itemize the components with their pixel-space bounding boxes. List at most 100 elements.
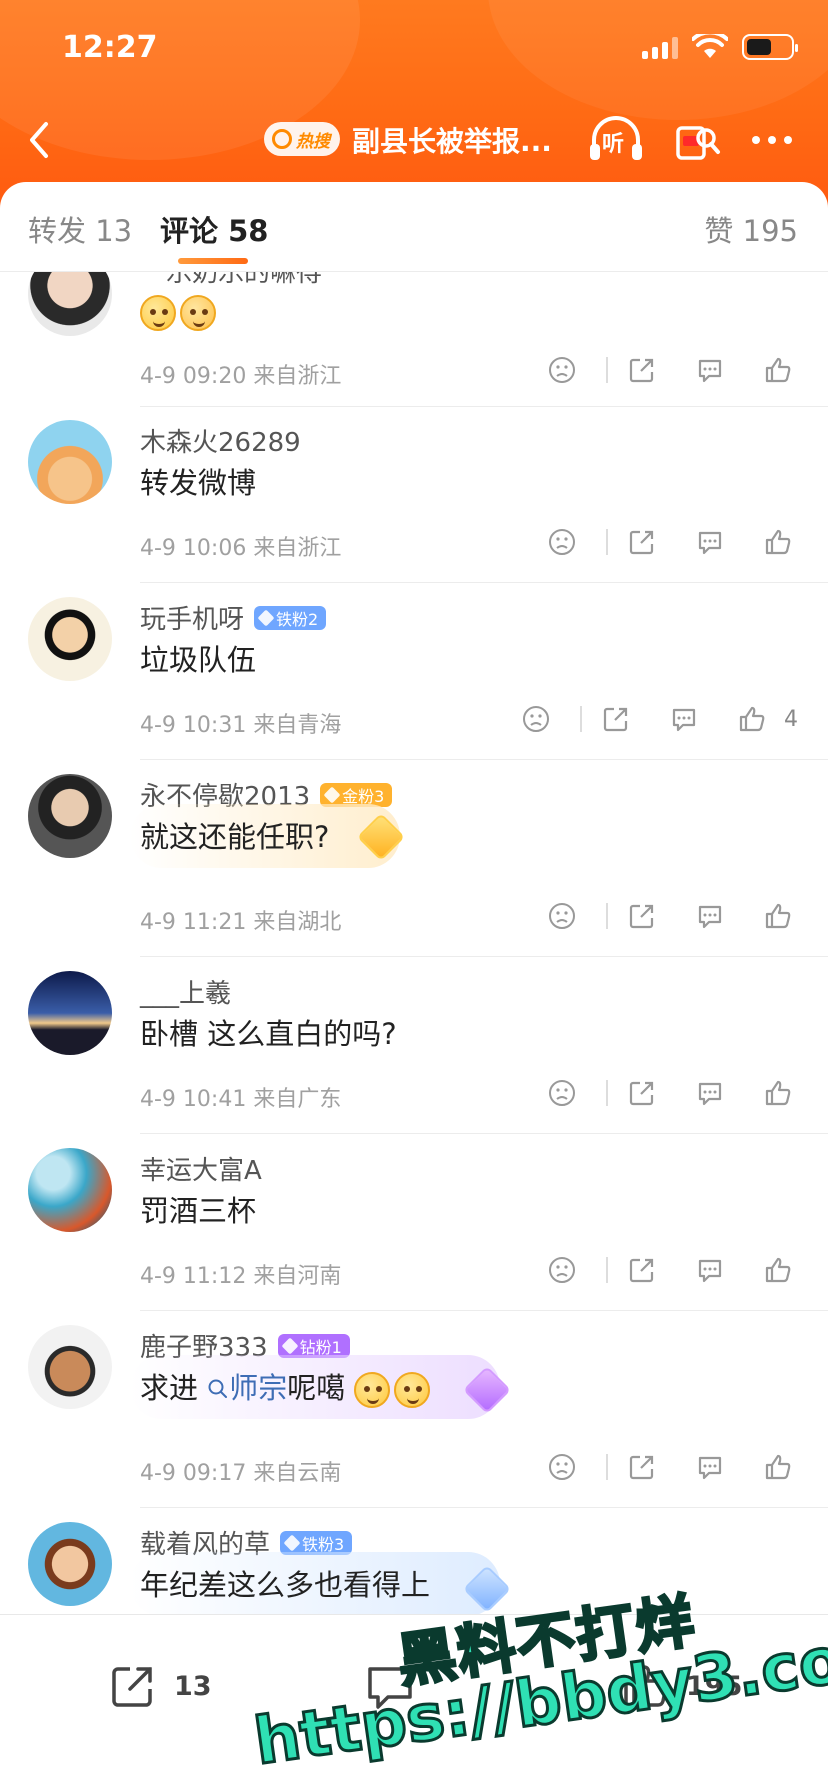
share-icon[interactable]: [622, 896, 662, 936]
comment-actions: 4: [516, 699, 798, 739]
comment-list[interactable]: 一乐奶乐的嘛得 4-9 09:20 来自浙江 木森火26289 转发微博 4-9…: [0, 272, 828, 1614]
dislike-icon[interactable]: [542, 1073, 582, 1113]
dislike-icon[interactable]: [542, 350, 582, 390]
comment-text: 就这还能任职?: [140, 820, 330, 854]
comment-username: 玩手机呀 铁粉2: [140, 599, 327, 636]
repost-icon: [112, 1667, 152, 1707]
comment-text: 卧槽 这么直白的吗?: [140, 1017, 397, 1051]
hot-label: 热搜: [296, 131, 330, 152]
like-icon[interactable]: [758, 350, 798, 390]
reply-icon[interactable]: [690, 1073, 730, 1113]
avatar[interactable]: [28, 1148, 112, 1232]
comment-actions: [542, 1447, 798, 1487]
username-text[interactable]: 玩手机呀: [140, 599, 244, 636]
back-icon[interactable]: [20, 116, 60, 164]
share-icon[interactable]: [622, 1073, 662, 1113]
fan-badge: 铁粉2: [254, 605, 327, 630]
dislike-icon[interactable]: [542, 1250, 582, 1290]
dislike-icon[interactable]: [542, 522, 582, 562]
avatar[interactable]: [28, 1522, 112, 1606]
fan-badge: 钻粉1: [277, 1333, 350, 1358]
dislike-icon[interactable]: [516, 699, 556, 739]
top-header: 12:27 热搜 副县长被举报... 听: [0, 0, 828, 210]
header-decoration: [488, 0, 828, 120]
comment-text: [140, 294, 220, 331]
divider: [606, 529, 608, 555]
comment-username[interactable]: 木森火26289: [140, 422, 301, 459]
fan-badge: 铁粉3: [280, 1530, 353, 1555]
divider: [140, 1310, 828, 1311]
comment-meta: 4-9 10:06 来自浙江: [140, 536, 342, 561]
like-count: 4: [784, 706, 798, 732]
comment-text: 垃圾队伍: [140, 643, 257, 677]
reply-icon[interactable]: [690, 896, 730, 936]
avatar[interactable]: [28, 272, 112, 336]
avatar[interactable]: [28, 1325, 112, 1409]
avatar[interactable]: [28, 420, 112, 504]
repost-button[interactable]: 13: [108, 1661, 212, 1711]
gem-icon: [283, 1534, 301, 1551]
tab-comments[interactable]: 评论 58: [160, 208, 268, 250]
like-icon[interactable]: [758, 1250, 798, 1290]
comment-actions: [542, 350, 798, 390]
comment-text: 罚酒三杯: [140, 1194, 257, 1228]
reply-icon[interactable]: [664, 699, 704, 739]
red-packet-search-icon[interactable]: [674, 116, 722, 164]
like-icon[interactable]: [758, 1073, 798, 1113]
comment-meta: 4-9 10:41 来自广东: [140, 1087, 342, 1112]
repost-count: 13: [174, 1670, 212, 1702]
divider: [606, 903, 608, 929]
page-title: 副县长被举报...: [352, 125, 552, 158]
divider: [606, 357, 608, 383]
badge-label: 金粉3: [342, 786, 385, 806]
badge-label: 铁粉2: [276, 609, 319, 629]
share-icon[interactable]: [596, 699, 636, 739]
comment-meta: 4-9 09:20 来自浙江: [140, 364, 342, 389]
divider: [606, 1454, 608, 1480]
avatar[interactable]: [28, 774, 112, 858]
share-icon[interactable]: [622, 350, 662, 390]
dislike-icon[interactable]: [542, 1447, 582, 1487]
reply-icon[interactable]: [690, 522, 730, 562]
gem-icon: [257, 609, 275, 626]
tab-repost[interactable]: 转发 13: [28, 208, 132, 250]
dislike-icon[interactable]: [542, 896, 582, 936]
comment-actions: [542, 1250, 798, 1290]
comment-username[interactable]: ___上羲: [140, 973, 231, 1010]
share-icon[interactable]: [622, 1447, 662, 1487]
gem-icon: [281, 1337, 299, 1354]
comment-actions: [542, 1073, 798, 1113]
wifi-icon: [692, 34, 728, 58]
hot-search-badge[interactable]: 热搜: [264, 122, 340, 156]
comment-actions: [542, 896, 798, 936]
emoji-icon: [140, 295, 176, 331]
like-icon[interactable]: [732, 699, 772, 739]
topic-link[interactable]: 师宗: [207, 1371, 287, 1405]
like-icon[interactable]: [758, 522, 798, 562]
avatar[interactable]: [28, 597, 112, 681]
divider: [140, 406, 828, 407]
share-icon[interactable]: [622, 1250, 662, 1290]
reply-icon[interactable]: [690, 1250, 730, 1290]
search-icon: [208, 1379, 228, 1398]
badge-label: 钻粉1: [299, 1337, 342, 1357]
share-icon[interactable]: [622, 522, 662, 562]
like-icon[interactable]: [758, 1447, 798, 1487]
tab-likes[interactable]: 赞 195: [704, 208, 798, 250]
divider: [140, 759, 828, 760]
reply-icon[interactable]: [690, 350, 730, 390]
status-icons: [642, 34, 798, 60]
comment-username[interactable]: 幸运大富A: [140, 1150, 262, 1187]
status-time: 12:27: [62, 30, 158, 65]
comment-text-prefix: 求进: [140, 1371, 199, 1405]
comment-username[interactable]: 一乐奶乐的嘛得: [140, 272, 322, 289]
comment-text: 转发微博: [140, 466, 257, 500]
reply-icon[interactable]: [690, 1447, 730, 1487]
more-icon[interactable]: [752, 126, 800, 154]
listen-button[interactable]: 听: [588, 114, 644, 166]
divider: [606, 1080, 608, 1106]
comment-meta: 4-9 09:17 来自云南: [140, 1461, 342, 1486]
like-icon[interactable]: [758, 896, 798, 936]
listen-label: 听: [602, 132, 625, 157]
avatar[interactable]: [28, 971, 112, 1055]
